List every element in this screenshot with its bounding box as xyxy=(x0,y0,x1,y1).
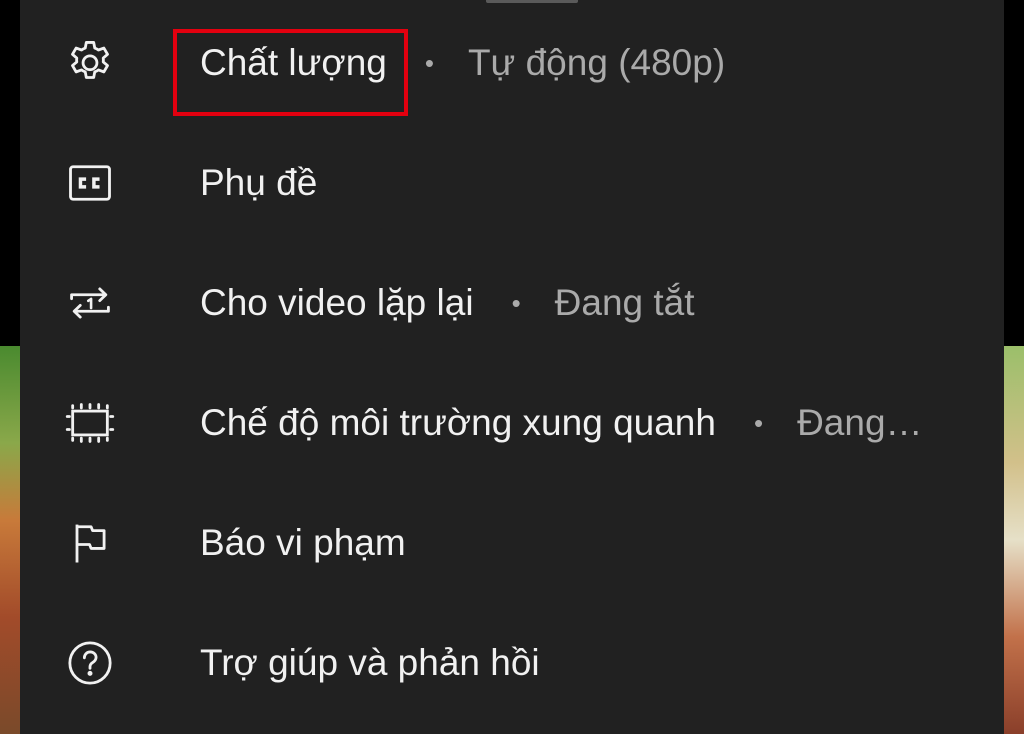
ambient-mode-value: Đang… xyxy=(797,402,923,443)
loop-value: Đang tắt xyxy=(554,282,695,323)
menu-item-loop[interactable]: Cho video lặp lại • Đang tắt xyxy=(20,243,1004,363)
ambient-mode-icon xyxy=(64,397,116,449)
closed-captions-icon xyxy=(64,157,116,209)
help-circle-icon xyxy=(64,637,116,689)
report-label: Báo vi phạm xyxy=(200,522,406,563)
menu-item-captions[interactable]: Phụ đề xyxy=(20,123,1004,243)
flag-icon xyxy=(64,517,116,569)
gear-icon xyxy=(64,37,116,89)
loop-label: Cho video lặp lại xyxy=(200,282,474,323)
quality-value: Tự động (480p) xyxy=(467,42,726,83)
menu-item-report[interactable]: Báo vi phạm xyxy=(20,483,1004,603)
help-label: Trợ giúp và phản hồi xyxy=(200,642,540,683)
menu-item-quality[interactable]: Chất lượng • Tự động (480p) xyxy=(20,3,1004,123)
settings-bottom-sheet: Chất lượng • Tự động (480p) Phụ đề Cho v… xyxy=(20,0,1004,734)
screen: Chất lượng • Tự động (480p) Phụ đề Cho v… xyxy=(0,0,1024,734)
separator-dot: • xyxy=(753,407,764,438)
menu-item-ambient-mode[interactable]: Chế độ môi trường xung quanh • Đang… xyxy=(20,363,1004,483)
video-frame-right-edge xyxy=(1002,346,1024,734)
highlight-annotation-box xyxy=(173,29,408,116)
captions-label: Phụ đề xyxy=(200,162,318,203)
separator-dot: • xyxy=(511,287,521,318)
menu-item-help[interactable]: Trợ giúp và phản hồi xyxy=(20,603,1004,723)
repeat-one-icon xyxy=(64,277,116,329)
separator-dot: • xyxy=(424,47,434,78)
ambient-mode-label: Chế độ môi trường xung quanh xyxy=(200,402,716,443)
